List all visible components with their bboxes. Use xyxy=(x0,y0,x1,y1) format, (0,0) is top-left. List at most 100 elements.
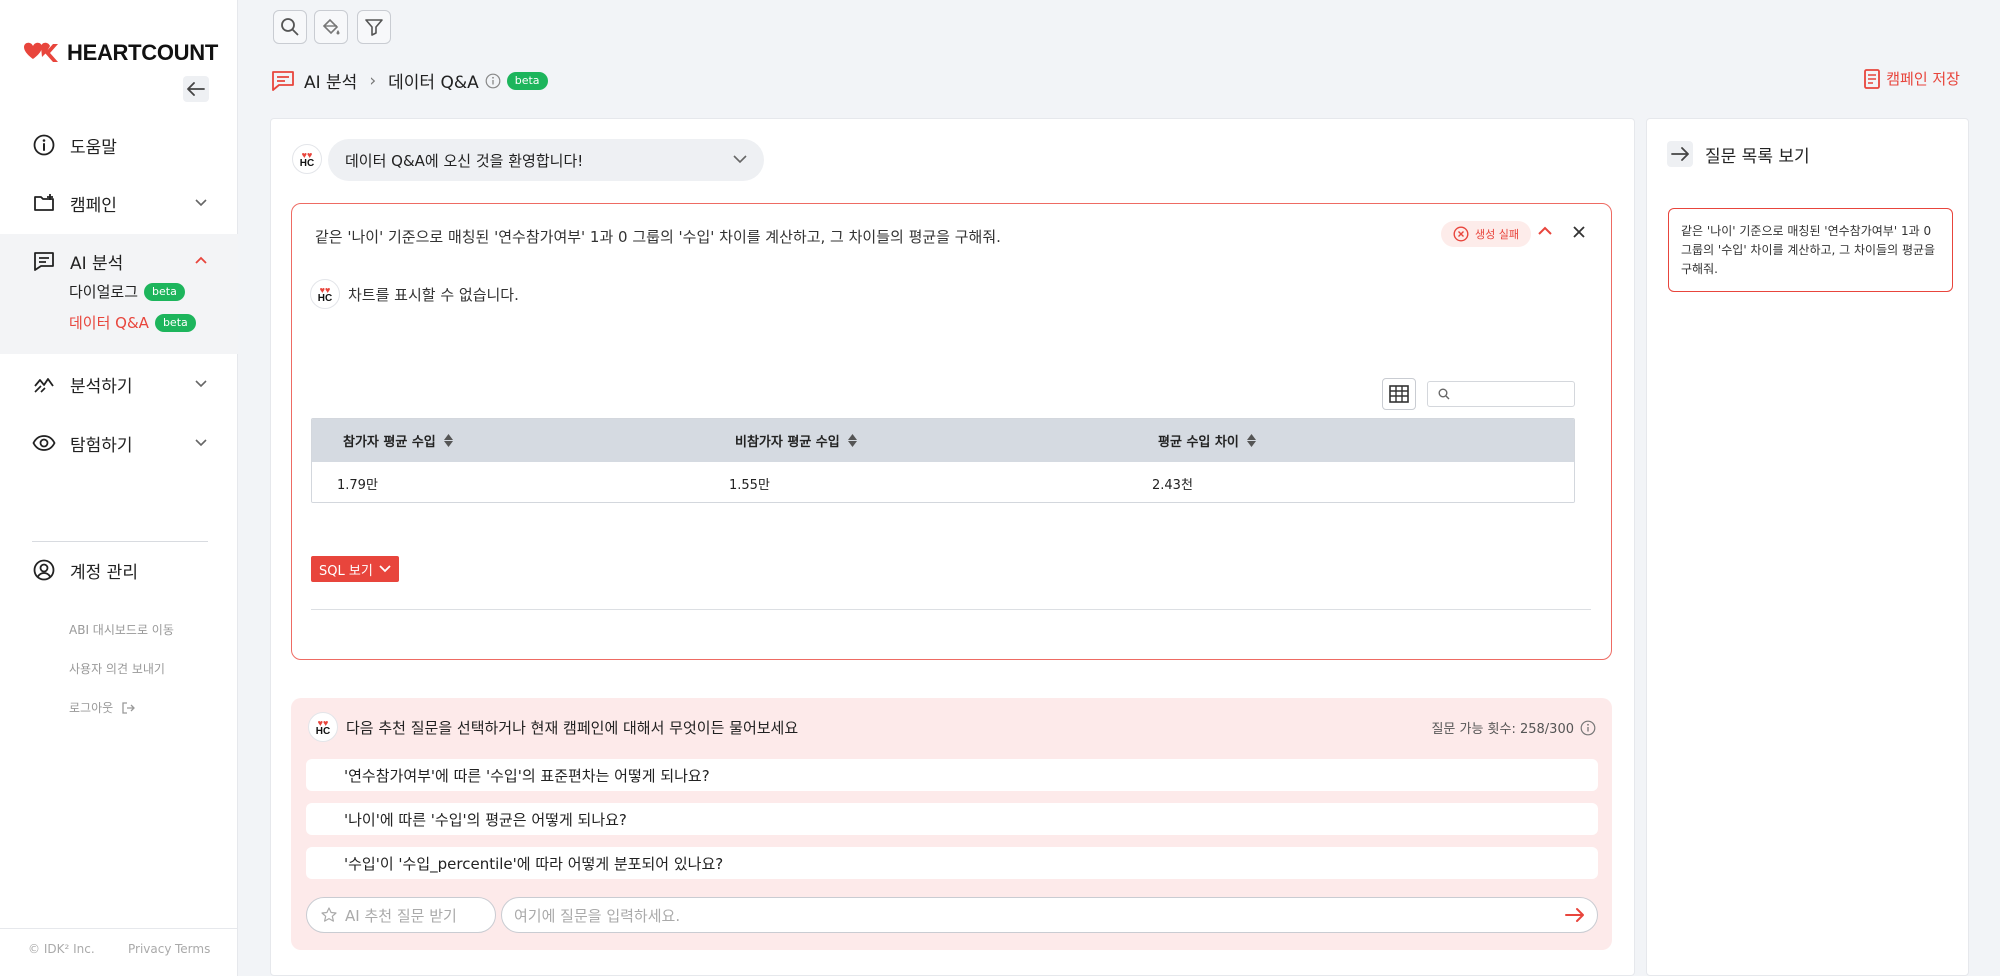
table-row: 1.79만 1.55만 2.43천 xyxy=(312,462,1574,502)
suggestion-panel: ♥♥ HC 다음 추천 질문을 선택하거나 현재 캠페인에 대해서 무엇이든 물어… xyxy=(291,698,1612,950)
sql-view-label: SQL 보기 xyxy=(319,563,373,579)
sidebar-subitem-label: 데이터 Q&A xyxy=(69,314,149,332)
search-tool-button[interactable] xyxy=(273,10,307,44)
send-feedback-link[interactable]: 사용자 의견 보내기 xyxy=(69,660,165,677)
logout-icon xyxy=(122,701,136,714)
beta-badge: beta xyxy=(506,71,548,90)
sort-icon xyxy=(1246,434,1256,447)
sidebar-footer: © IDK² Inc. Privacy Terms xyxy=(0,928,238,976)
question-input[interactable]: 여기에 질문을 입력하세요. xyxy=(501,897,1598,933)
hc-avatar: ♥♥ HC xyxy=(292,144,322,174)
info-icon[interactable] xyxy=(485,73,501,89)
terms-link[interactable]: Terms xyxy=(175,942,210,956)
close-icon[interactable] xyxy=(1572,225,1586,239)
suggested-question[interactable]: '수입'이 '수입_percentile'에 따라 어떻게 분포되어 있나요? xyxy=(306,847,1598,879)
ai-suggest-button[interactable]: AI 추천 질문 받기 xyxy=(306,897,496,933)
qa-result-card: 같은 '나이' 기준으로 매칭된 '연수참가여부' 1과 0 그룹의 '수입' … xyxy=(291,203,1612,660)
column-header-label: 참가자 평균 수입 xyxy=(343,435,436,450)
sort-icon xyxy=(443,434,453,447)
breadcrumb-page: 데이터 Q&A xyxy=(388,73,479,93)
sidebar-item-label: 도움말 xyxy=(70,137,117,158)
suggested-question[interactable]: '연수참가여부'에 따른 '수입'의 표준편차는 어떻게 되나요? xyxy=(306,759,1598,791)
user-circle-icon xyxy=(33,559,55,581)
logo-text: HEARTCOUNT xyxy=(67,40,218,65)
breadcrumb: AI 분석 › 데이터 Q&A beta xyxy=(272,68,548,93)
table-search-input[interactable] xyxy=(1427,381,1575,407)
expand-panel-button[interactable] xyxy=(1667,141,1693,167)
column-header-label: 평균 수입 차이 xyxy=(1158,435,1239,450)
paint-tool-button[interactable] xyxy=(314,10,348,44)
question-history-item[interactable]: 같은 '나이' 기준으로 매칭된 '연수참가여부' 1과 0 그룹의 '수입' … xyxy=(1668,208,1953,292)
ai-suggest-label: AI 추천 질문 받기 xyxy=(345,906,457,925)
chevron-up-icon[interactable] xyxy=(1537,225,1553,237)
chevron-down-icon xyxy=(195,439,207,447)
beta-badge: beta xyxy=(144,282,185,301)
eye-icon xyxy=(32,435,56,451)
heartcount-logo[interactable]: HEARTCOUNT xyxy=(22,40,218,66)
column-header[interactable]: 평균 수입 차이 xyxy=(1158,419,1256,462)
search-icon xyxy=(1438,388,1450,400)
abi-dashboard-link[interactable]: ABI 대시보드로 이동 xyxy=(69,621,174,638)
search-icon xyxy=(281,18,299,36)
question-list-header[interactable]: 질문 목록 보기 xyxy=(1667,141,1810,167)
info-icon[interactable] xyxy=(1580,720,1596,736)
chevron-up-icon xyxy=(195,256,207,264)
chat-icon xyxy=(34,252,54,271)
sidebar-item-account[interactable]: 계정 관리 xyxy=(0,555,238,585)
sidebar-item-label: 계정 관리 xyxy=(70,562,138,583)
sql-view-button[interactable]: SQL 보기 xyxy=(311,556,399,582)
sidebar-item-ai-analysis[interactable]: AI 분석 xyxy=(0,246,238,276)
question-input-placeholder: 여기에 질문을 입력하세요. xyxy=(514,906,681,925)
status-badge: 생성 실패 xyxy=(1441,221,1531,247)
sidebar-subitem-data-qa[interactable]: 데이터 Q&A beta xyxy=(69,312,196,333)
suggestion-header-text: 다음 추천 질문을 선택하거나 현재 캠페인에 대해서 무엇이든 물어보세요 xyxy=(346,718,799,737)
logout-label: 로그아웃 xyxy=(69,701,114,715)
logo-mark-icon xyxy=(24,42,58,62)
chevron-down-icon xyxy=(733,155,747,164)
question-quota: 질문 가능 횟수: 258/300 xyxy=(1431,718,1596,737)
column-header-label: 비참가자 평균 수입 xyxy=(735,435,840,450)
table-view-button[interactable] xyxy=(1382,378,1416,410)
sidebar-item-explore[interactable]: 탐험하기 xyxy=(0,428,238,458)
column-header[interactable]: 비참가자 평균 수입 xyxy=(735,419,857,462)
folder-plus-icon xyxy=(34,194,54,211)
collapse-sidebar-button[interactable] xyxy=(183,76,209,102)
filter-tool-button[interactable] xyxy=(357,10,391,44)
star-icon xyxy=(321,907,337,922)
breadcrumb-section[interactable]: AI 분석 xyxy=(304,68,357,93)
sidebar-item-label: 캠페인 xyxy=(70,195,117,216)
table-cell: 1.79만 xyxy=(337,477,378,493)
logout-link[interactable]: 로그아웃 xyxy=(69,699,136,716)
sidebar-item-label: AI 분석 xyxy=(70,253,124,274)
document-icon xyxy=(1864,68,1881,89)
question-list-panel: 질문 목록 보기 같은 '나이' 기준으로 매칭된 '연수참가여부' 1과 0 … xyxy=(1646,118,1969,976)
filter-icon xyxy=(365,19,383,36)
sidebar-item-help[interactable]: 도움말 xyxy=(0,130,238,160)
error-circle-icon xyxy=(1453,226,1469,242)
sidebar-item-campaign[interactable]: 캠페인 xyxy=(0,188,238,218)
privacy-link[interactable]: Privacy xyxy=(128,942,171,956)
hc-avatar: ♥♥ HC xyxy=(308,712,338,742)
table-icon xyxy=(1389,385,1409,403)
column-header[interactable]: 참가자 평균 수입 xyxy=(343,419,453,462)
sidebar: HEARTCOUNT 도움말 캠페인 AI 분석 다이얼로그 beta 데이터 … xyxy=(0,0,238,976)
welcome-text: 데이터 Q&A에 오신 것을 환영합니다! xyxy=(345,151,584,170)
sidebar-subitem-dialog[interactable]: 다이얼로그 beta xyxy=(69,281,185,302)
arrow-left-icon xyxy=(187,82,205,96)
sidebar-item-analyze[interactable]: 분석하기 xyxy=(0,369,238,399)
save-campaign-button[interactable]: 캠페인 저장 xyxy=(1864,68,1960,89)
send-arrow-icon[interactable] xyxy=(1565,907,1585,923)
question-list-title: 질문 목록 보기 xyxy=(1705,146,1810,167)
paint-bucket-icon xyxy=(322,18,340,35)
arrow-right-icon xyxy=(1671,147,1689,161)
suggested-question[interactable]: '나이'에 따른 '수입'의 평균은 어떻게 되나요? xyxy=(306,803,1598,835)
status-text: 생성 실패 xyxy=(1475,228,1519,241)
answer-text: 차트를 표시할 수 없습니다. xyxy=(348,285,519,304)
sidebar-item-label: 분석하기 xyxy=(70,376,133,397)
suggestion-header: ♥♥ HC 다음 추천 질문을 선택하거나 현재 캠페인에 대해서 무엇이든 물어… xyxy=(308,712,798,742)
sidebar-divider xyxy=(32,541,208,542)
welcome-message-dropdown[interactable]: 데이터 Q&A에 오신 것을 환영합니다! xyxy=(328,139,764,181)
hc-avatar: ♥♥ HC xyxy=(310,279,340,309)
breadcrumb-separator-icon: › xyxy=(369,70,377,91)
beta-badge: beta xyxy=(154,313,196,332)
